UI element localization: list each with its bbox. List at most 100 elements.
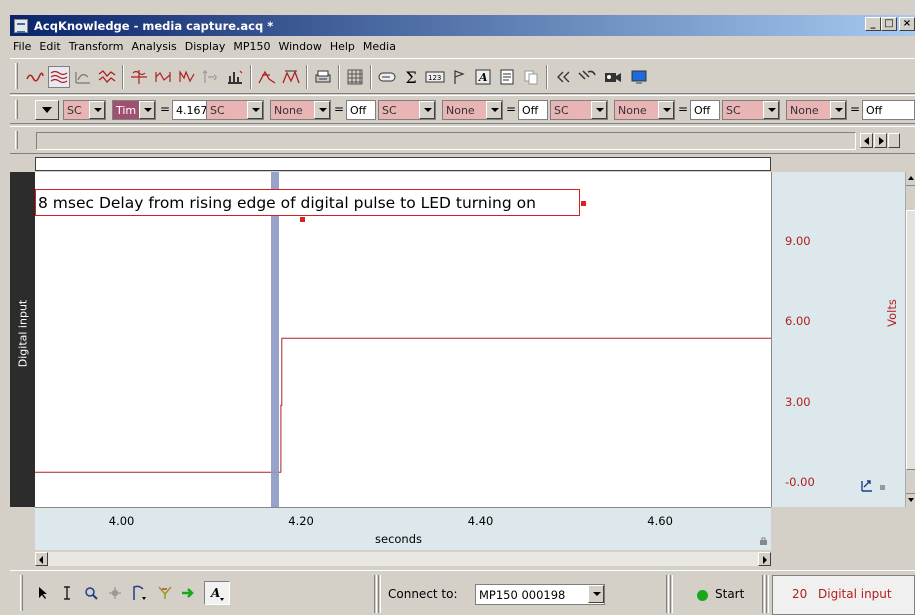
go-arrow-icon[interactable] — [178, 581, 200, 605]
overlap-icon[interactable] — [72, 66, 94, 88]
next-page-button[interactable] — [874, 133, 887, 148]
measurement-3-type[interactable]: None — [442, 100, 503, 120]
app-icon — [14, 18, 28, 33]
axis-corner — [771, 507, 915, 550]
zoom-icon[interactable] — [80, 581, 102, 605]
ibeam-cursor-icon[interactable] — [56, 581, 78, 605]
measurement-4-value: Off — [690, 100, 720, 120]
event-flag-icon[interactable] — [128, 581, 150, 605]
monitor-icon[interactable] — [628, 66, 650, 88]
menu-edit[interactable]: Edit — [36, 40, 65, 53]
horizontal-scrollbar[interactable] — [35, 552, 771, 567]
stacked-waves-icon[interactable] — [48, 66, 70, 88]
menu-mp150[interactable]: MP150 — [230, 40, 275, 53]
scale-icon[interactable] — [200, 66, 222, 88]
multi-wave-icon[interactable] — [96, 66, 118, 88]
chevron-down-icon[interactable] — [830, 101, 846, 119]
peak-icon[interactable] — [256, 66, 278, 88]
annotation-tool-icon[interactable]: A — [204, 581, 230, 605]
chevron-down-icon[interactable] — [658, 101, 674, 119]
chevron-down-icon[interactable] — [89, 101, 105, 119]
toolbar-grip[interactable] — [20, 575, 23, 611]
overlap-segments-icon[interactable] — [176, 66, 198, 88]
channel-label-bar[interactable]: Digital input — [10, 172, 35, 507]
autoscale-horizontal-icon[interactable] — [152, 66, 174, 88]
measurement-2-type[interactable]: None — [270, 100, 331, 120]
measurement-4-source[interactable]: SC — [550, 100, 608, 120]
menu-analysis[interactable]: Analysis — [128, 40, 181, 53]
event-strip[interactable] — [35, 157, 771, 171]
measurement-2-source[interactable]: SC — [206, 100, 264, 120]
annotation-handle[interactable] — [581, 201, 586, 206]
minimize-button[interactable]: _ — [865, 17, 881, 31]
measurement-1-type[interactable]: Tim — [112, 100, 156, 120]
field-icon[interactable] — [376, 66, 398, 88]
menu-transform[interactable]: Transform — [66, 40, 129, 53]
vertical-scrollbar[interactable] — [905, 172, 915, 507]
menu-media[interactable]: Media — [360, 40, 401, 53]
menu-display[interactable]: Display — [182, 40, 231, 53]
chevron-down-icon[interactable] — [486, 101, 502, 119]
chevron-down-icon[interactable] — [588, 585, 604, 603]
scroll-down-button[interactable] — [906, 493, 915, 507]
maximize-button[interactable]: □ — [881, 17, 897, 31]
x-axis-panel[interactable]: 4.00 4.20 4.40 4.60 seconds — [35, 507, 771, 550]
scroll-thumb[interactable] — [906, 210, 915, 470]
chevron-down-icon[interactable] — [763, 101, 779, 119]
chevron-down-icon[interactable] — [419, 101, 435, 119]
measurement-menu-dropdown[interactable] — [35, 100, 59, 120]
scissors-icon[interactable] — [154, 581, 176, 605]
toolbar-grip[interactable] — [15, 63, 18, 89]
menu-file[interactable]: File — [10, 40, 36, 53]
copy-icon[interactable] — [520, 66, 542, 88]
grid-icon[interactable] — [344, 66, 366, 88]
journal-icon[interactable] — [496, 66, 518, 88]
start-status-icon[interactable] — [697, 590, 708, 601]
y-axis-panel[interactable]: 9.00 6.00 3.00 -0.00 Volts — [771, 172, 905, 507]
microphone-icon[interactable] — [576, 66, 598, 88]
flag-icon[interactable] — [448, 66, 470, 88]
x-tick-label: 4.40 — [467, 514, 494, 528]
number-display-icon[interactable]: 123 — [424, 66, 446, 88]
chevron-down-icon[interactable] — [591, 101, 607, 119]
selection-cursor[interactable] — [270, 172, 279, 507]
measurement-4-type[interactable]: None — [614, 100, 675, 120]
chevron-down-icon[interactable] — [139, 101, 155, 119]
measurement-5-type[interactable]: None — [786, 100, 847, 120]
page-end-button[interactable] — [888, 133, 900, 148]
menu-window[interactable]: Window — [275, 40, 326, 53]
connect-dropdown[interactable]: MP150 000198 — [475, 584, 605, 605]
previous-page-button[interactable] — [860, 133, 873, 148]
camera-icon[interactable] — [602, 66, 624, 88]
bars-icon[interactable] — [224, 66, 246, 88]
autoscale-icon[interactable] — [860, 477, 888, 493]
toolbar-grip[interactable] — [15, 131, 18, 149]
wave-icon[interactable] — [24, 66, 46, 88]
measurement-5-source[interactable]: SC — [722, 100, 780, 120]
scroll-track[interactable] — [48, 552, 758, 566]
measurement-1-source[interactable]: SC — [63, 100, 106, 120]
text-tool-icon[interactable]: A — [472, 66, 494, 88]
chevron-down-icon[interactable] — [314, 101, 330, 119]
autoscale-waves-icon[interactable] — [128, 66, 150, 88]
chevron-down-icon[interactable] — [247, 101, 263, 119]
annotation-box[interactable]: 8 msec Delay from rising edge of digital… — [35, 189, 580, 216]
peak-find-icon[interactable] — [280, 66, 302, 88]
segment-field[interactable] — [36, 132, 856, 150]
start-button[interactable]: Start — [715, 587, 744, 601]
menu-help[interactable]: Help — [327, 40, 360, 53]
scroll-up-button[interactable] — [906, 172, 915, 186]
measurement-3-source[interactable]: SC — [378, 100, 436, 120]
close-button[interactable]: × — [899, 17, 915, 31]
rewind-icon[interactable] — [552, 66, 574, 88]
lock-icon[interactable] — [759, 536, 769, 546]
scroll-left-button[interactable] — [35, 552, 48, 566]
toolbar-grip[interactable] — [15, 100, 18, 119]
sum-icon[interactable]: Σ — [400, 66, 422, 88]
print-icon[interactable] — [312, 66, 334, 88]
arrow-cursor-icon[interactable] — [32, 581, 54, 605]
scroll-right-button[interactable] — [758, 552, 771, 566]
plot-area[interactable]: 8 msec Delay from rising edge of digital… — [35, 172, 771, 507]
crosshair-icon[interactable] — [104, 581, 126, 605]
annotation-anchor[interactable] — [300, 217, 305, 222]
